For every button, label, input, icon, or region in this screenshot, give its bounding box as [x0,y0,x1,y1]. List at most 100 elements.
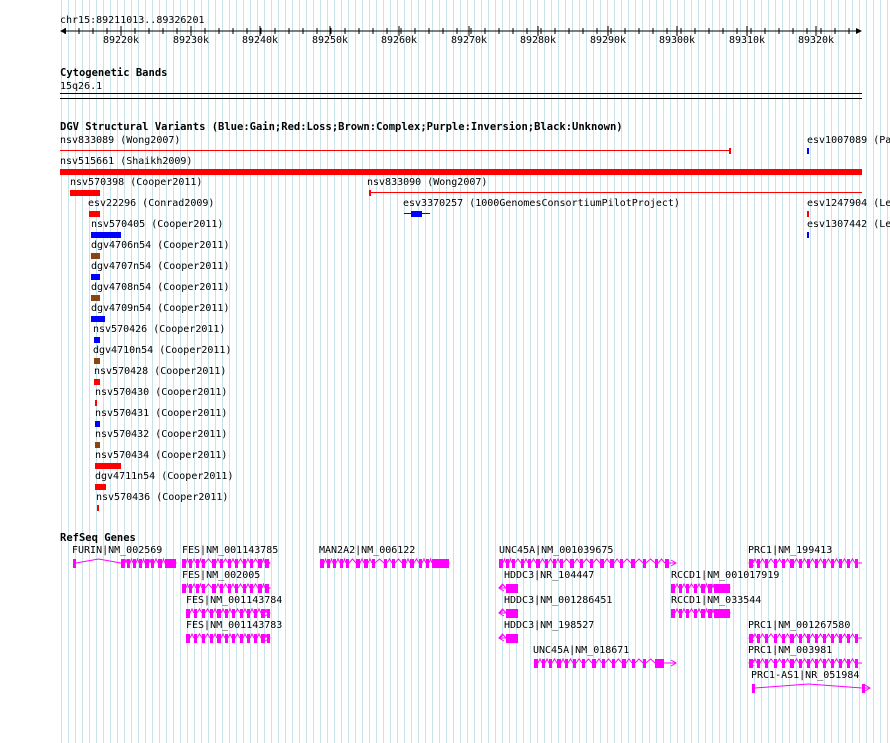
dgv-feature-glyph[interactable] [60,150,730,151]
gene-label[interactable]: FURIN|NM_002569 [72,545,162,556]
dgv-feature-glyph[interactable] [91,295,100,301]
dgv-feature-glyph[interactable] [95,421,100,427]
grid-line [579,0,580,743]
gene-intron [793,633,800,639]
dgv-feature-glyph[interactable] [807,148,809,154]
dgv-feature-label[interactable]: nsv833089 (Wong2007) [60,135,180,146]
grid-line [642,0,643,743]
gene-model[interactable] [0,683,890,695]
gene-label[interactable]: FES|NM_001143785 [182,545,278,556]
cytoband-label[interactable]: 15q26.1 [60,81,102,92]
gene-label[interactable]: MAN2A2|NM_006122 [319,545,415,556]
gene-exon [815,559,818,568]
dgv-feature-glyph[interactable] [94,379,100,385]
dgv-feature-glyph[interactable] [95,400,97,406]
gene-label[interactable]: UNC45A|NM_018671 [533,645,629,656]
dgv-feature-glyph[interactable] [807,211,809,217]
grid-line [362,0,363,743]
grid-line [383,0,384,743]
dgv-feature-glyph[interactable] [411,211,422,217]
dgv-feature-glyph[interactable] [91,232,121,238]
gene-label[interactable]: RCCD1|NM_033544 [671,595,761,606]
gene-label[interactable]: RCCD1|NM_001017919 [671,570,779,581]
dgv-feature-glyph[interactable] [94,358,100,364]
dgv-feature-label[interactable]: nsv833090 (Wong2007) [367,177,487,188]
gene-model[interactable] [0,607,890,620]
dgv-feature-glyph[interactable] [70,190,100,196]
dgv-feature-label[interactable]: nsv570426 (Cooper2011) [93,324,225,335]
dgv-track-title[interactable]: DGV Structural Variants (Blue:Gain;Red:L… [60,121,623,133]
dgv-feature-label[interactable]: nsv570434 (Cooper2011) [95,450,227,461]
gene-intron [833,633,840,639]
grid-line [684,0,685,743]
gene-exon [847,559,850,568]
dgv-feature-glyph[interactable] [95,442,100,448]
grid-line [446,0,447,743]
dgv-feature-glyph[interactable] [91,253,100,259]
gene-intron [784,658,791,664]
dgv-feature-label[interactable]: dgv4706n54 (Cooper2011) [91,240,229,251]
dgv-feature-label[interactable]: nsv515661 (Shaikh2009) [60,156,192,167]
dgv-feature-label[interactable]: dgv4710n54 (Cooper2011) [93,345,231,356]
dgv-feature-glyph[interactable] [807,232,809,238]
dgv-feature-label[interactable]: esv1007089 (Pa [807,135,890,146]
gene-label[interactable]: PRC1|NM_003981 [748,645,832,656]
dgv-feature-glyph[interactable] [60,169,862,175]
grid-line [495,0,496,743]
gene-intron [841,558,848,564]
gene-label[interactable]: FES|NM_002005 [182,570,260,581]
gene-label[interactable]: UNC45A|NM_001039675 [499,545,613,556]
gene-model[interactable] [0,582,890,595]
gene-model[interactable] [0,632,890,645]
gene-model[interactable] [0,557,890,570]
gene-model[interactable] [0,657,890,670]
gene-label[interactable]: FES|NM_001143783 [186,620,282,631]
dgv-feature-label[interactable]: nsv570436 (Cooper2011) [96,492,228,503]
dgv-feature-glyph[interactable] [89,211,100,217]
dgv-feature-label[interactable]: nsv570430 (Cooper2011) [95,387,227,398]
refseq-track-title[interactable]: RefSeq Genes [60,532,136,544]
gene-exon [815,634,818,643]
dgv-feature-label[interactable]: dgv4709n54 (Cooper2011) [91,303,229,314]
gene-intron [752,657,758,664]
gene-label[interactable]: HDDC3|NM_001286451 [504,595,612,606]
dgv-feature-glyph[interactable] [91,274,100,280]
gene-label[interactable]: FES|NM_001143784 [186,595,282,606]
dgv-feature-label[interactable]: esv22296 (Conrad2009) [88,198,214,209]
gene-label[interactable]: PRC1|NM_199413 [748,545,832,556]
dgv-feature-label[interactable]: nsv570398 (Cooper2011) [70,177,202,188]
gene-label[interactable]: PRC1-AS1|NR_051984 [751,670,859,681]
dgv-feature-label[interactable]: dgv4711n54 (Cooper2011) [95,471,233,482]
gene-label[interactable]: HDDC3|NM_198527 [504,620,594,631]
cytoband-track-title[interactable]: Cytogenetic Bands [60,67,167,79]
gene-exon [839,634,842,643]
dgv-feature-label[interactable]: nsv570428 (Cooper2011) [94,366,226,377]
grid-line [299,0,300,743]
grid-line [810,0,811,743]
dgv-feature-glyph[interactable] [91,316,105,322]
dgv-feature-glyph[interactable] [369,192,862,193]
dgv-feature-label[interactable]: nsv570405 (Cooper2011) [91,219,223,230]
dgv-feature-glyph[interactable] [97,505,99,511]
dgv-feature-label[interactable]: esv1247904 (Le [807,198,890,209]
dgv-feature-glyph[interactable] [95,463,121,469]
grid-line [831,0,832,743]
dgv-feature-label[interactable]: esv1307442 (Le [807,219,890,230]
gene-label[interactable]: PRC1|NM_001267580 [748,620,850,631]
dgv-feature-label[interactable]: nsv570431 (Cooper2011) [95,408,227,419]
gene-label[interactable]: HDDC3|NR_104447 [504,570,594,581]
gene-intron [809,658,816,664]
dgv-feature-end-cap [729,148,731,154]
grid-line [61,0,62,743]
grid-line [565,0,566,743]
dgv-feature-label[interactable]: esv3370257 (1000GenomesConsortiumPilotPr… [403,198,680,209]
gene-intron [754,683,863,689]
dgv-feature-label[interactable]: dgv4708n54 (Cooper2011) [91,282,229,293]
dgv-feature-glyph[interactable] [94,337,100,343]
gene-intron [809,633,816,639]
dgv-feature-glyph[interactable] [95,484,106,490]
dgv-feature-label[interactable]: dgv4707n54 (Cooper2011) [91,261,229,272]
grid-line [747,0,748,743]
dgv-feature-label[interactable]: nsv570432 (Cooper2011) [95,429,227,440]
gene-exon [823,659,826,668]
